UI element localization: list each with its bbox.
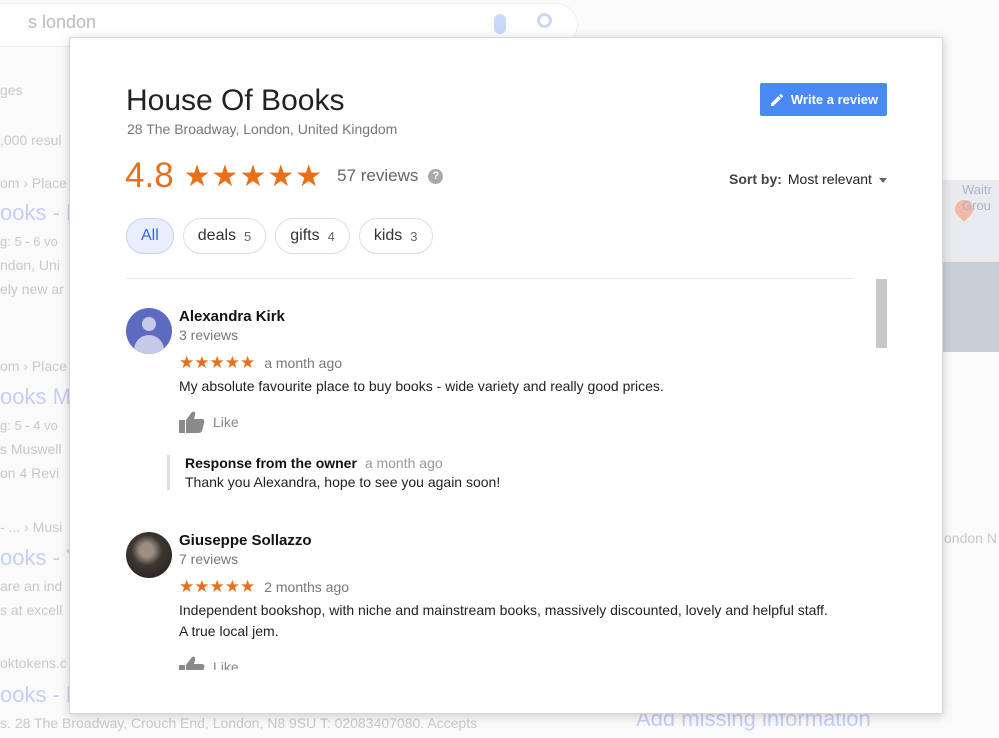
rating-summary: 4.8 ★★★★★ 57 reviews ? <box>125 156 444 196</box>
background-result-text: ndon, Uni <box>0 257 60 273</box>
thumbs-up-icon <box>179 656 205 670</box>
place-photo <box>942 262 999 352</box>
background-result-text: are an ind <box>0 578 63 594</box>
write-review-button[interactable]: Write a review <box>760 83 887 116</box>
reviews-list: Alexandra Kirk 3 reviews ★★★★★ a month a… <box>126 308 846 670</box>
like-button[interactable]: Like <box>179 656 249 670</box>
sort-label: Sort by: <box>729 171 782 187</box>
filter-chip-kids[interactable]: kids 3 <box>358 218 433 254</box>
search-icon[interactable] <box>537 13 552 28</box>
filter-chip-gifts[interactable]: gifts 4 <box>275 218 350 254</box>
background-result-text: s at excell <box>0 602 63 618</box>
background-result-text: s. 28 The Broadway, Crouch End, London, … <box>0 715 478 731</box>
default-avatar-icon[interactable] <box>126 308 172 354</box>
place-address: 28 The Broadway, London, United Kingdom <box>127 121 398 137</box>
photo-avatar-icon[interactable] <box>126 532 172 578</box>
background-result-text: oktokens.c <box>0 655 67 671</box>
owner-response-title: Response from the owner <box>185 455 357 471</box>
search-query-text: s london <box>28 12 97 32</box>
sort-dropdown[interactable]: Sort by: Most relevant <box>729 171 887 187</box>
chip-label: kids <box>373 227 403 244</box>
divider <box>126 278 854 279</box>
like-label: Like <box>213 414 239 430</box>
owner-response-text: Thank you Alexandra, hope to see you aga… <box>185 474 501 490</box>
background-result-text: ely new ar <box>0 281 64 297</box>
chip-count: 4 <box>327 228 335 244</box>
background-result-text: ,000 resul <box>0 132 62 148</box>
chevron-down-icon <box>878 177 887 183</box>
review-stars: ★★★★★ <box>179 353 256 372</box>
write-review-label: Write a review <box>790 92 879 107</box>
reviewer-name[interactable]: Giuseppe Sollazzo <box>179 532 846 549</box>
review-date: a month ago <box>264 355 343 371</box>
scrollbar-thumb[interactable] <box>876 279 887 348</box>
background-result-text[interactable]: ooks M <box>0 384 71 410</box>
microphone-icon[interactable] <box>494 14 506 34</box>
filter-chip-all[interactable]: All <box>126 218 174 254</box>
reviews-dialog: House Of Books 28 The Broadway, London, … <box>69 37 943 714</box>
help-icon[interactable]: ? <box>428 168 444 184</box>
rating-stars: ★★★★★ <box>183 159 324 193</box>
background-result-text: ondon N <box>944 530 997 546</box>
like-button[interactable]: Like <box>179 411 249 433</box>
review-stars: ★★★★★ <box>179 577 256 596</box>
owner-response-date: a month ago <box>364 455 443 471</box>
review-item: Giuseppe Sollazzo 7 reviews ★★★★★ 2 mont… <box>126 532 846 670</box>
review-item: Alexandra Kirk 3 reviews ★★★★★ a month a… <box>126 308 846 532</box>
pencil-icon <box>770 93 783 106</box>
review-date: 2 months ago <box>264 579 350 595</box>
reviewer-review-count: 3 reviews <box>179 327 239 343</box>
place-title: House Of Books <box>126 84 345 117</box>
chip-count: 3 <box>410 228 418 244</box>
reviewer-name[interactable]: Alexandra Kirk <box>179 308 846 325</box>
review-filter-chips: All deals 5 gifts 4 kids 3 <box>126 218 433 254</box>
background-result-text: ges <box>0 82 23 98</box>
review-text: My absolute favourite place to buy books… <box>179 378 664 394</box>
chip-count: 5 <box>244 228 252 244</box>
filter-chip-deals[interactable]: deals 5 <box>182 218 267 254</box>
background-result-text: - ... › Musi <box>0 519 63 535</box>
chip-label: All <box>141 227 159 244</box>
background-result-text: on 4 Revi <box>0 465 60 481</box>
rating-value: 4.8 <box>125 156 174 195</box>
sort-value: Most relevant <box>787 171 872 187</box>
like-label: Like <box>213 659 239 670</box>
owner-response: Response from the owner a month ago Than… <box>167 455 846 490</box>
reviewer-review-count: 7 reviews <box>179 551 239 567</box>
review-text: Independent bookshop, with niche and mai… <box>179 602 828 639</box>
background-result-text: om › Place <box>0 175 67 191</box>
review-count: 57 reviews <box>337 166 419 185</box>
background-result-text: g: 5 - 4 vo <box>0 418 58 433</box>
background-result-text: om › Place <box>0 358 67 374</box>
map-label: Waitr Grou <box>962 182 992 213</box>
background-result-text: g: 5 - 6 vo <box>0 234 58 249</box>
background-result-text: s Muswell <box>0 441 62 457</box>
thumbs-up-icon <box>179 411 205 433</box>
chip-label: gifts <box>290 227 320 244</box>
chip-label: deals <box>197 227 237 244</box>
